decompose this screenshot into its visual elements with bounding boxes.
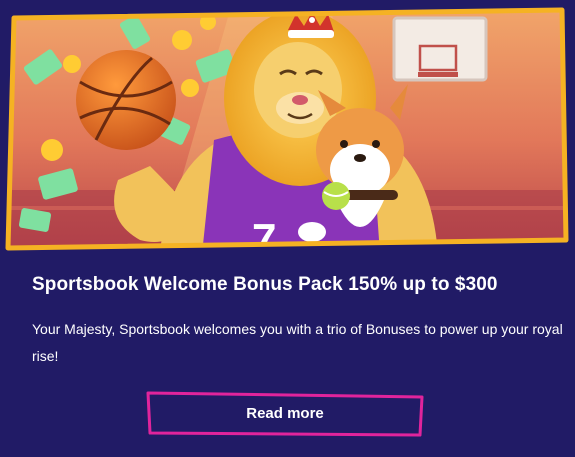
promo-card: 7 Sportsbook Welcome Bonus Pack 150% up … [0, 0, 575, 457]
promo-banner: 7 [0, 0, 575, 254]
promo-description: Your Majesty, Sportsbook welcomes you wi… [32, 321, 563, 364]
jersey-number: 7 [252, 215, 276, 254]
basketball-icon [76, 50, 176, 150]
read-more-button[interactable]: Read more [146, 391, 424, 437]
banner-illustration: 7 [5, 7, 569, 254]
read-more-label: Read more [246, 405, 324, 422]
promo-title: Sportsbook Welcome Bonus Pack 150% up to… [32, 274, 498, 295]
basketball-hoop-icon [392, 16, 488, 82]
